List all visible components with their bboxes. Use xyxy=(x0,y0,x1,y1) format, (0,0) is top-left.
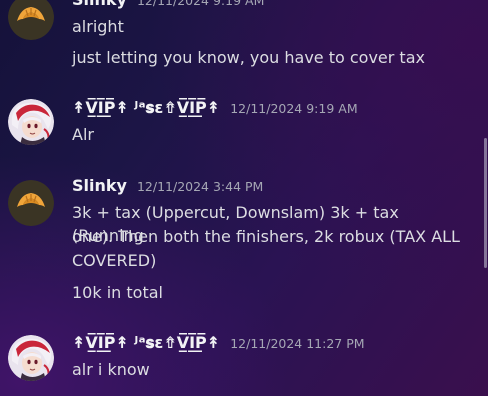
message-text: alr i know xyxy=(72,360,150,379)
message-author[interactable]: Slinky 12/11/2024 9:19 AM xyxy=(72,0,264,9)
scrollbar[interactable] xyxy=(480,0,488,396)
message-text: just letting you know, you have to cover… xyxy=(72,48,425,67)
chat-message: Slinky 12/11/2024 3:44 PM 3k + tax (Upper… xyxy=(0,174,476,314)
chat-message-list: Slinky 12/11/2024 9:19 AM alright just le… xyxy=(0,0,488,396)
message-text: Alr xyxy=(72,125,94,144)
anime-character-avatar-icon[interactable] xyxy=(8,335,54,381)
message-timestamp: 12/11/2024 11:27 PM xyxy=(230,336,365,351)
author-name[interactable]: Slinky xyxy=(72,176,127,195)
croissant-avatar-icon[interactable] xyxy=(8,0,54,40)
chat-message: ↟V̲̅I̲̅P̲̅↟ ᴶᵃ𝐬ɛ⇮V̲̅I̲̅P̲̅↟ 12/11/2024 11… xyxy=(0,328,476,396)
anime-character-avatar-icon[interactable] xyxy=(8,99,54,145)
message-text: alright xyxy=(72,17,124,36)
message-text: COVERED) xyxy=(72,251,157,270)
chat-message: ↟V̲̅I̲̅P̲̅↟ ᴶᵃ𝐬ɛ⇮V̲̅I̲̅P̲̅↟ 12/11/2024 9:… xyxy=(0,92,476,162)
message-timestamp: 12/11/2024 3:44 PM xyxy=(136,179,264,194)
author-name[interactable]: ↟V̲̅I̲̅P̲̅↟ ᴶᵃ𝐬ɛ⇮V̲̅I̲̅P̲̅↟ xyxy=(72,333,220,352)
croissant-avatar-icon[interactable] xyxy=(8,180,54,226)
message-author[interactable]: Slinky 12/11/2024 3:44 PM xyxy=(72,176,263,195)
message-author[interactable]: ↟V̲̅I̲̅P̲̅↟ ᴶᵃ𝐬ɛ⇮V̲̅I̲̅P̲̅↟ 12/11/2024 9:… xyxy=(72,98,358,118)
message-timestamp: 12/11/2024 9:19 AM xyxy=(230,101,358,116)
author-name[interactable]: Slinky xyxy=(72,0,127,9)
message-author[interactable]: ↟V̲̅I̲̅P̲̅↟ ᴶᵃ𝐬ɛ⇮V̲̅I̲̅P̲̅↟ 12/11/2024 11… xyxy=(72,333,365,353)
message-text: 10k in total xyxy=(72,283,163,302)
chat-message: Slinky 12/11/2024 9:19 AM alright just le… xyxy=(0,0,476,76)
scrollbar-thumb[interactable] xyxy=(484,138,487,268)
message-timestamp: 12/11/2024 9:19 AM xyxy=(136,0,265,8)
message-text: one). Then both the finishers, 2k robux … xyxy=(72,227,460,246)
author-name[interactable]: ↟V̲̅I̲̅P̲̅↟ ᴶᵃ𝐬ɛ⇮V̲̅I̲̅P̲̅↟ xyxy=(72,98,220,117)
